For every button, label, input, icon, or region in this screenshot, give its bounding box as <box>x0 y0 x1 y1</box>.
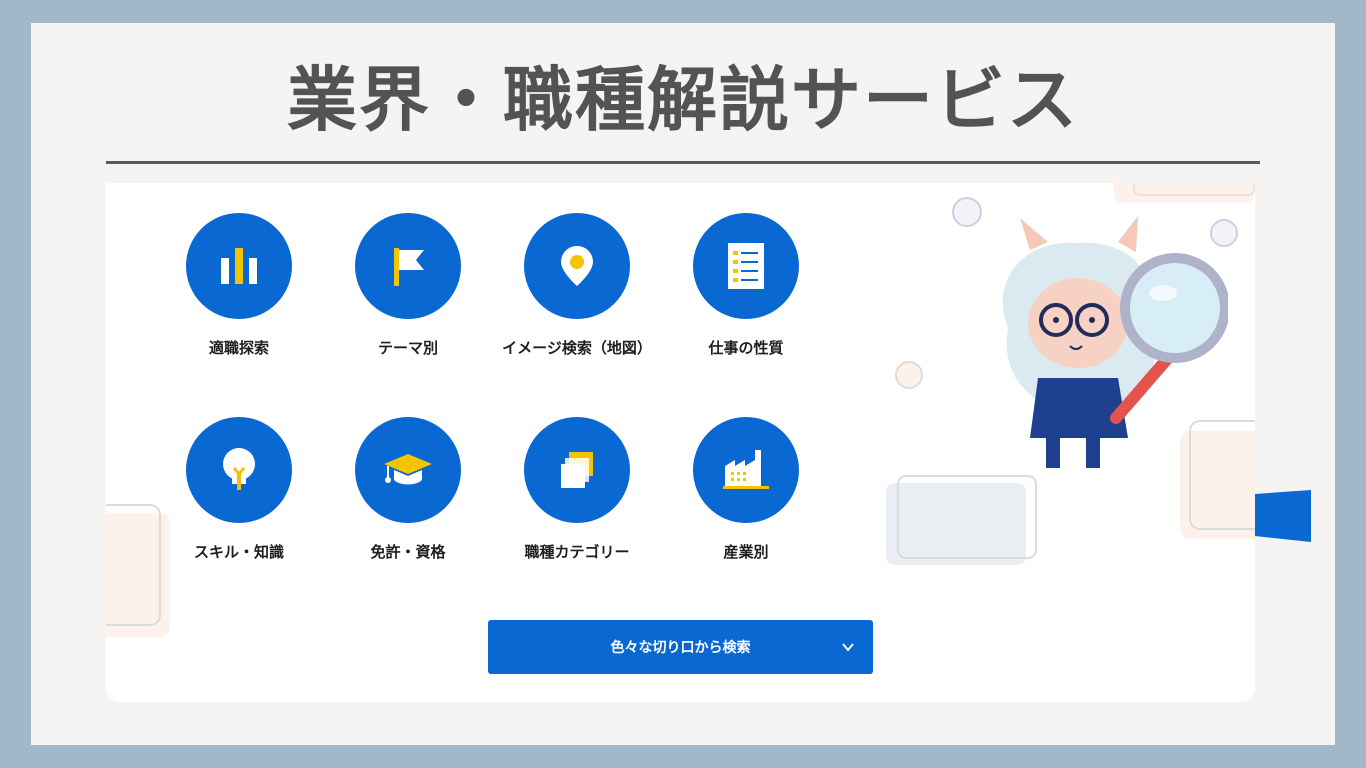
tile-job-nature[interactable]: 仕事の性質 <box>661 213 831 383</box>
tile-industry[interactable]: 産業別 <box>661 417 831 587</box>
tile-label: スキル・知識 <box>193 543 284 561</box>
factory-icon <box>723 450 769 489</box>
stacked-squares-icon <box>561 452 593 488</box>
title-divider <box>106 161 1260 164</box>
tile-label: 産業別 <box>723 543 769 561</box>
map-pin-icon <box>561 246 593 286</box>
tile-icon-circle <box>186 417 292 523</box>
graduation-cap-icon <box>384 454 432 485</box>
tile-image-search-map[interactable]: イメージ検索（地図） <box>492 213 662 383</box>
tile-icon-circle <box>186 213 292 319</box>
tile-tekishoku-tansaku[interactable]: 適職探索 <box>154 213 324 383</box>
bar-chart-icon <box>221 248 257 284</box>
tile-label: イメージ検索（地図） <box>502 339 652 357</box>
tile-label: 免許・資格 <box>370 543 446 561</box>
tile-icon-circle <box>693 417 799 523</box>
tile-icon-circle <box>693 213 799 319</box>
tile-icon-circle <box>524 213 630 319</box>
flag-icon <box>394 248 424 286</box>
tile-label: 仕事の性質 <box>708 339 784 357</box>
cta-label: 色々な切り口から検索 <box>610 639 751 655</box>
chevron-down-icon <box>842 643 854 652</box>
tile-theme[interactable]: テーマ別 <box>323 213 493 383</box>
tile-icon-circle <box>524 417 630 523</box>
service-panel: 適職探索 テーマ別 イメージ検索（地図） 仕事の性質 スキル・知識 免許・資格 … <box>106 183 1255 702</box>
checklist-icon <box>728 243 764 289</box>
tile-icon-circle <box>355 417 461 523</box>
tile-icon-circle <box>355 213 461 319</box>
alpaca-mascot-illustration <box>1002 216 1228 468</box>
tile-job-category[interactable]: 職種カテゴリー <box>492 417 662 587</box>
tile-label: テーマ別 <box>377 339 438 357</box>
tile-license-qualification[interactable]: 免許・資格 <box>323 417 493 587</box>
search-various-angles-button[interactable]: 色々な切り口から検索 <box>488 620 873 674</box>
tile-skill-knowledge[interactable]: スキル・知識 <box>154 417 324 587</box>
tile-label: 適職探索 <box>208 339 269 357</box>
blue-wedge-shape <box>1255 490 1311 542</box>
tile-label: 職種カテゴリー <box>524 543 630 561</box>
lightbulb-icon <box>223 448 255 490</box>
page-title: 業界・職種解説サービス <box>287 59 1079 141</box>
